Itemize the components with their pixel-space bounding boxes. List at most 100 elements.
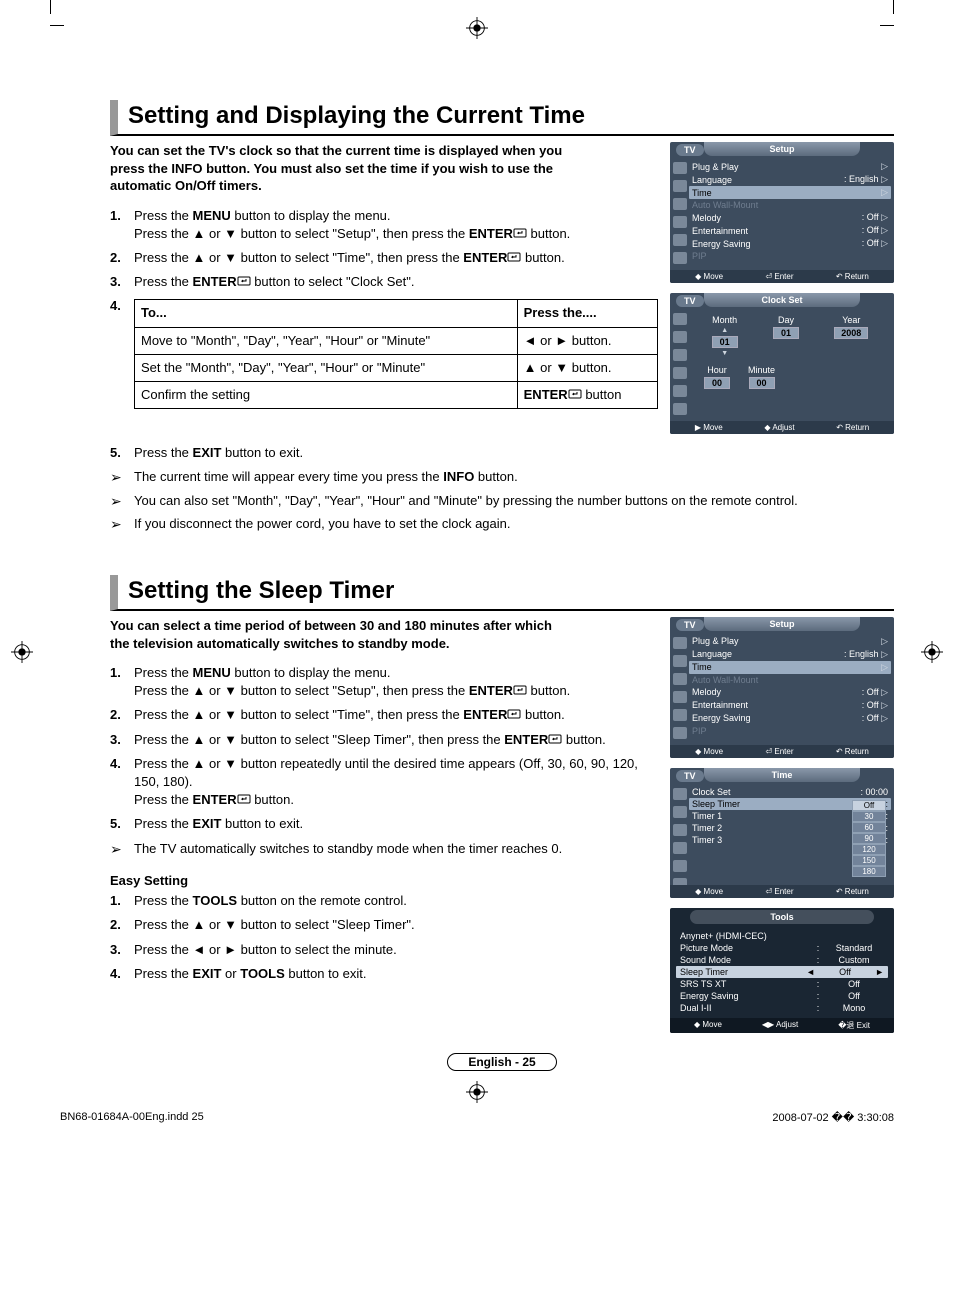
osd-icon	[673, 673, 687, 685]
step-num: 4.	[110, 297, 134, 409]
osd-foot-return: ↶ Return	[836, 747, 869, 756]
table-cell: Confirm the setting	[135, 381, 518, 408]
osd-title: Setup	[704, 142, 861, 156]
osd-row: Auto Wall-Mount	[692, 674, 888, 686]
dropdown-item: 90	[852, 833, 886, 844]
down-arrow-icon: ▼	[721, 350, 728, 357]
osd-title: Clock Set	[704, 293, 861, 307]
osd-icon	[673, 860, 687, 872]
osd-foot-return: ↶ Return	[836, 272, 869, 281]
osd-icon	[673, 349, 687, 361]
step-body: Press the ▲ or ▼ button to select "Sleep…	[134, 731, 658, 749]
clock-label: Minute	[748, 365, 775, 375]
osd-icon	[673, 162, 687, 174]
dropdown-item: 30	[852, 811, 886, 822]
osd-tools: Tools Anynet+ (HDMI-CEC)Picture Mode:Sta…	[670, 908, 894, 1033]
osd-icon-strip	[670, 782, 690, 896]
osd-footer: ◆ Move ⏎ Enter ↶ Return	[670, 270, 894, 283]
osd-icon	[673, 842, 687, 854]
section1-steps: 1.Press the MENU button to display the m…	[110, 207, 658, 410]
registration-mark-right	[920, 640, 944, 664]
osd-icon	[673, 331, 687, 343]
note: ➢If you disconnect the power cord, you h…	[110, 515, 894, 535]
page-number-badge: English - 25	[447, 1053, 557, 1071]
note-arrow-icon: ➢	[110, 515, 134, 535]
clock-label: Day	[778, 315, 794, 325]
osd-row: Melody: Off ▷	[692, 211, 888, 224]
table-cell: Move to "Month", "Day", "Year", "Hour" o…	[135, 327, 518, 354]
osd-foot-enter: ⏎ Enter	[765, 747, 793, 756]
note-arrow-icon: ➢	[110, 468, 134, 488]
clock-value: 01	[773, 327, 799, 339]
note: ➢The TV automatically switches to standb…	[110, 840, 658, 860]
tools-row: SRS TS XT:Off	[680, 978, 884, 990]
table-cell: Set the "Month", "Day", "Year", "Hour" o…	[135, 354, 518, 381]
tools-row: Sleep Timer◄Off►	[676, 966, 888, 978]
osd-icon	[673, 198, 687, 210]
clock-label: Hour	[707, 365, 727, 375]
step-num: 1.	[110, 207, 134, 243]
osd-row: Language: English ▷	[692, 173, 888, 186]
crop-mark	[880, 12, 894, 26]
step-num: 5.	[110, 815, 134, 833]
osd-tv-tab: TV	[676, 295, 704, 307]
note-text: The current time will appear every time …	[134, 468, 518, 486]
osd-tv-tab: TV	[676, 770, 704, 782]
osd-icon-strip	[670, 307, 690, 421]
note-text: You can also set "Month", "Day", "Year",…	[134, 492, 798, 510]
osd-foot-adjust: ◀▶ Adjust	[762, 1020, 798, 1031]
osd-row: PIP	[692, 250, 888, 262]
tools-row: Anynet+ (HDMI-CEC)	[680, 930, 884, 942]
osd-foot-return: ↶ Return	[836, 887, 869, 896]
note: ➢You can also set "Month", "Day", "Year"…	[110, 492, 894, 512]
osd-foot-return: ↶ Return	[836, 423, 869, 432]
easy-setting-steps: 1.Press the TOOLS button on the remote c…	[110, 892, 658, 983]
print-footer: BN68-01684A-00Eng.indd 25 2008-07-02 �� …	[0, 1111, 954, 1144]
step-num: 1.	[110, 892, 134, 910]
osd-setup-list: Plug & Play ▷Language: English ▷Time ▷Au…	[690, 156, 894, 270]
step-num: 1.	[110, 664, 134, 700]
tools-row: Picture Mode:Standard	[680, 942, 884, 954]
osd-row: Time ▷	[689, 661, 891, 674]
tools-row: Energy Saving:Off	[680, 990, 884, 1002]
osd-title: Time	[704, 768, 861, 782]
step-body: Press the ▲ or ▼ button repeatedly until…	[134, 755, 658, 810]
step-num: 2.	[110, 249, 134, 267]
osd-row: Melody: Off ▷	[692, 686, 888, 699]
osd-tools-list: Anynet+ (HDMI-CEC)Picture Mode:Standard S…	[670, 926, 894, 1018]
osd-setup-list: Plug & Play ▷Language: English ▷Time ▷Au…	[690, 631, 894, 745]
osd-icon	[673, 788, 687, 800]
section-title-time: Setting and Displaying the Current Time	[110, 100, 894, 136]
osd-row: Clock Set: 00:00	[692, 786, 888, 798]
step-body: To...Press the.... Move to "Month", "Day…	[134, 297, 658, 409]
sleep-timer-dropdown: Off306090120150180	[852, 800, 886, 877]
section-title-sleep: Setting the Sleep Timer	[110, 575, 894, 611]
osd-row: Plug & Play ▷	[692, 635, 888, 648]
registration-mark-bottom	[465, 1080, 489, 1104]
osd-icon	[673, 655, 687, 667]
osd-icon	[673, 824, 687, 836]
step-body: Press the ▲ or ▼ button to select "Time"…	[134, 249, 658, 267]
dropdown-item: 120	[852, 844, 886, 855]
table-header: To...	[135, 300, 518, 327]
note: ➢The current time will appear every time…	[110, 468, 894, 488]
crop-mark	[50, 12, 64, 26]
osd-tv-tab: TV	[676, 144, 704, 156]
osd-clock-set: TV Clock Set Month▲01▼ Day01 Year2008 Ho…	[670, 293, 894, 434]
step-body: Press the MENU button to display the men…	[134, 664, 658, 700]
osd-icon	[673, 691, 687, 703]
osd-icon	[673, 252, 687, 264]
osd-tv-tab: TV	[676, 619, 704, 631]
osd-row: Time ▷	[689, 186, 891, 199]
osd-footer: ◆ Move ◀▶ Adjust �退 Exit	[670, 1018, 894, 1033]
step-num: 2.	[110, 706, 134, 724]
dropdown-item: 180	[852, 866, 886, 877]
osd-icon-strip	[670, 631, 690, 745]
easy-setting-heading: Easy Setting	[110, 873, 658, 888]
step-body: Press the ▲ or ▼ button to select "Time"…	[134, 706, 658, 724]
osd-foot-move: ◆ Move	[694, 1020, 722, 1031]
dropdown-item: 150	[852, 855, 886, 866]
osd-row: Entertainment: Off ▷	[692, 224, 888, 237]
clock-value: 2008	[834, 327, 868, 339]
registration-mark-top	[465, 16, 489, 40]
